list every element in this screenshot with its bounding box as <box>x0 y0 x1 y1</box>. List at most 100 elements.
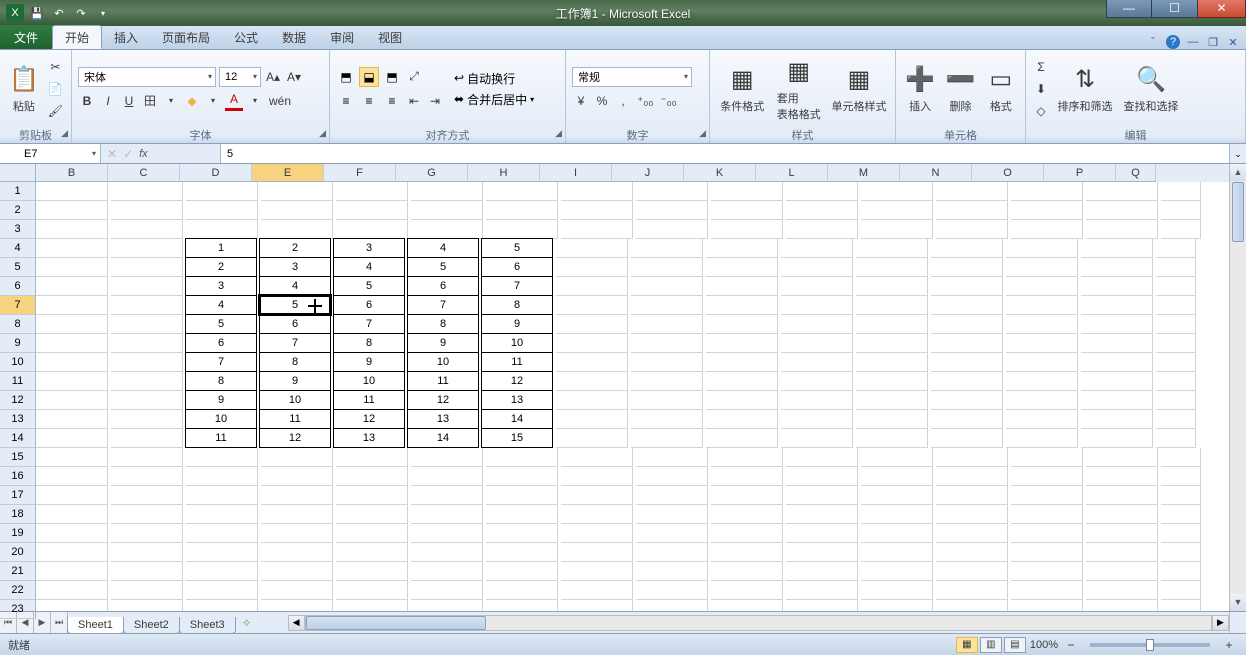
cell-F18[interactable] <box>336 505 408 524</box>
cell-Q2[interactable] <box>1161 201 1201 220</box>
cell-I21[interactable] <box>561 562 633 581</box>
cell-J21[interactable] <box>636 562 708 581</box>
cell-E13[interactable]: 11 <box>259 409 331 429</box>
col-header-L[interactable]: L <box>756 164 828 182</box>
find-select-button[interactable]: 🔍查找和选择 <box>1120 64 1182 114</box>
cell-G19[interactable] <box>411 524 483 543</box>
cell-H1[interactable] <box>486 182 558 201</box>
col-header-C[interactable]: C <box>108 164 180 182</box>
cell-K23[interactable] <box>711 600 783 611</box>
merge-center-button[interactable]: ⬌合并后居中▾ <box>454 91 534 108</box>
cell-N21[interactable] <box>936 562 1008 581</box>
cell-H8[interactable]: 9 <box>481 314 553 334</box>
cell-B22[interactable] <box>36 581 108 600</box>
formula-input[interactable]: 5 <box>221 144 1229 163</box>
cell-F8[interactable]: 7 <box>333 314 405 334</box>
tab-审阅[interactable]: 审阅 <box>318 25 366 49</box>
cell-L23[interactable] <box>786 600 858 611</box>
cell-J23[interactable] <box>636 600 708 611</box>
cell-D14[interactable]: 11 <box>185 428 257 448</box>
column-headers[interactable]: ABCDEFGHIJKLMNOPQ <box>0 164 1229 182</box>
cell-O20[interactable] <box>1011 543 1083 562</box>
cell-F4[interactable]: 3 <box>333 238 405 258</box>
cell-P11[interactable] <box>1081 372 1153 391</box>
cell-K17[interactable] <box>711 486 783 505</box>
cell-P15[interactable] <box>1086 448 1158 467</box>
cell-grid[interactable]: 1234523456345674567856789678910789101189… <box>36 182 1229 611</box>
scroll-left-icon[interactable]: ◀ <box>288 615 305 631</box>
cell-H3[interactable] <box>486 220 558 239</box>
cell-C18[interactable] <box>111 505 183 524</box>
cell-N4[interactable] <box>931 239 1003 258</box>
cell-O18[interactable] <box>1011 505 1083 524</box>
cell-E4[interactable]: 2 <box>259 238 331 258</box>
fill-color-button[interactable]: ◆ <box>183 91 201 111</box>
cell-Q4[interactable] <box>1156 239 1196 258</box>
cell-C11[interactable] <box>111 372 183 391</box>
cell-J17[interactable] <box>636 486 708 505</box>
cell-J8[interactable] <box>631 315 703 334</box>
row-header-4[interactable]: 4 <box>0 239 36 258</box>
cell-I22[interactable] <box>561 581 633 600</box>
cell-M16[interactable] <box>861 467 933 486</box>
cell-E21[interactable] <box>261 562 333 581</box>
cell-G14[interactable]: 14 <box>407 428 479 448</box>
cell-E16[interactable] <box>261 467 333 486</box>
cell-O10[interactable] <box>1006 353 1078 372</box>
format-cells-button[interactable]: ▭格式 <box>983 64 1019 114</box>
cell-P22[interactable] <box>1086 581 1158 600</box>
col-header-M[interactable]: M <box>828 164 900 182</box>
cell-G9[interactable]: 9 <box>407 333 479 353</box>
cell-H16[interactable] <box>486 467 558 486</box>
cell-M14[interactable] <box>856 429 928 448</box>
cell-B12[interactable] <box>36 391 108 410</box>
cell-N10[interactable] <box>931 353 1003 372</box>
cell-D2[interactable] <box>186 201 258 220</box>
cell-Q15[interactable] <box>1161 448 1201 467</box>
cell-H17[interactable] <box>486 486 558 505</box>
cell-Q8[interactable] <box>1156 315 1196 334</box>
cell-P14[interactable] <box>1081 429 1153 448</box>
cell-I18[interactable] <box>561 505 633 524</box>
cancel-formula-icon[interactable]: ✕ <box>107 147 117 161</box>
dialog-launcher-icon[interactable]: ◢ <box>61 128 68 139</box>
cell-K13[interactable] <box>706 410 778 429</box>
zoom-out-icon[interactable]: − <box>1062 635 1080 655</box>
cell-C2[interactable] <box>111 201 183 220</box>
cell-N2[interactable] <box>936 201 1008 220</box>
cell-E3[interactable] <box>261 220 333 239</box>
cell-D16[interactable] <box>186 467 258 486</box>
cell-K11[interactable] <box>706 372 778 391</box>
cell-G20[interactable] <box>411 543 483 562</box>
cell-O9[interactable] <box>1006 334 1078 353</box>
increase-decimal-icon[interactable]: ⁺₀₀ <box>635 91 655 111</box>
cell-H10[interactable]: 11 <box>481 352 553 372</box>
cell-H15[interactable] <box>486 448 558 467</box>
cell-H13[interactable]: 14 <box>481 409 553 429</box>
cell-G6[interactable]: 6 <box>407 276 479 296</box>
undo-icon[interactable]: ↶ <box>50 4 68 22</box>
cell-C8[interactable] <box>111 315 183 334</box>
row-header-6[interactable]: 6 <box>0 277 36 296</box>
paste-button[interactable]: 📋 粘贴 <box>6 64 42 114</box>
cell-G22[interactable] <box>411 581 483 600</box>
row-header-13[interactable]: 13 <box>0 410 36 429</box>
cell-G21[interactable] <box>411 562 483 581</box>
cell-H9[interactable]: 10 <box>481 333 553 353</box>
cell-N17[interactable] <box>936 486 1008 505</box>
col-header-K[interactable]: K <box>684 164 756 182</box>
cell-E22[interactable] <box>261 581 333 600</box>
cell-J19[interactable] <box>636 524 708 543</box>
cell-B10[interactable] <box>36 353 108 372</box>
col-header-E[interactable]: E <box>252 164 324 182</box>
cell-P23[interactable] <box>1086 600 1158 611</box>
cell-I8[interactable] <box>556 315 628 334</box>
tab-页面布局[interactable]: 页面布局 <box>150 25 222 49</box>
cell-O8[interactable] <box>1006 315 1078 334</box>
cell-M2[interactable] <box>861 201 933 220</box>
cell-O15[interactable] <box>1011 448 1083 467</box>
cell-G18[interactable] <box>411 505 483 524</box>
cell-P3[interactable] <box>1086 220 1158 239</box>
cell-L22[interactable] <box>786 581 858 600</box>
underline-button[interactable]: U <box>120 91 138 111</box>
